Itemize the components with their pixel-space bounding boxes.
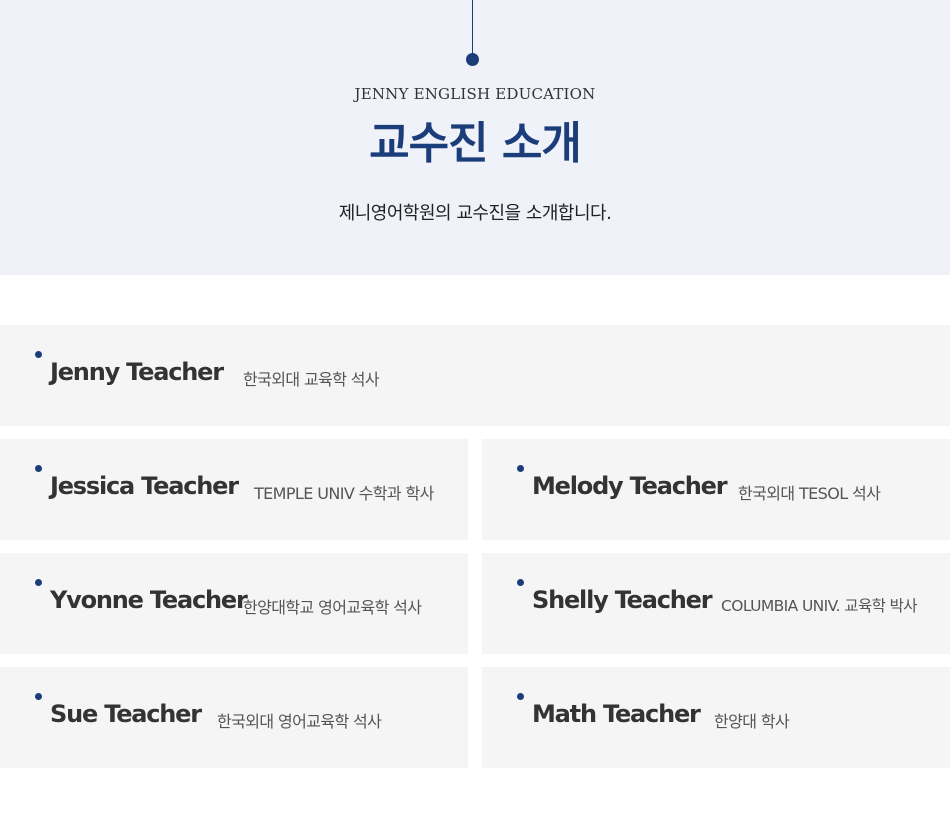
teacher-degree: 한국외대 교육학 석사: [243, 370, 380, 389]
bullet-dot: [35, 693, 42, 700]
teacher-name: Sue Teacher: [50, 700, 202, 728]
teacher-degree: TEMPLE UNIV 수학과 학사: [254, 484, 434, 503]
bullet-dot: [35, 351, 42, 358]
teacher-name: Shelly Teacher: [532, 586, 713, 614]
teacher-degree: 한양대 학사: [714, 712, 790, 731]
page-subtitle: 제니영어학원의 교수진을 소개합니다.: [338, 203, 612, 224]
bullet-dot: [35, 579, 42, 586]
teacher-card: Jessica Teacher TEMPLE UNIV 수학과 학사: [0, 439, 468, 540]
hero-dot: [466, 53, 479, 66]
bullet-dot: [517, 579, 524, 586]
bullet-dot: [517, 693, 524, 700]
teacher-name: Melody Teacher: [532, 472, 728, 500]
teacher-card: Sue Teacher 한국외대 영어교육학 석사: [0, 667, 468, 768]
teacher-degree: 한국외대 영어교육학 석사: [217, 712, 382, 731]
bullet-dot: [517, 465, 524, 472]
teacher-name: Jenny Teacher: [50, 358, 224, 386]
teacher-name: Math Teacher: [532, 700, 701, 728]
bullet-dot: [35, 465, 42, 472]
hero-eyebrow: JENNY ENGLISH EDUCATION: [354, 85, 596, 103]
teacher-card: Jenny Teacher 한국외대 교육학 석사: [0, 325, 950, 426]
teacher-card: Yvonne Teacher 한양대학교 영어교육학 석사: [0, 553, 468, 654]
teacher-degree: COLUMBIA UNIV. 교육학 박사: [721, 597, 918, 615]
teacher-degree: 한국외대 TESOL 석사: [738, 484, 881, 503]
hero-vertical-line: [472, 0, 473, 54]
teacher-card: Math Teacher 한양대 학사: [482, 667, 950, 768]
teacher-degree: 한양대학교 영어교육학 석사: [243, 598, 422, 617]
teacher-name: Yvonne Teacher: [50, 586, 248, 614]
teacher-card: Shelly Teacher COLUMBIA UNIV. 교육학 박사: [482, 553, 950, 654]
teacher-name: Jessica Teacher: [50, 472, 239, 500]
page-title: 교수진 소개: [369, 118, 582, 169]
teacher-card: Melody Teacher 한국외대 TESOL 석사: [482, 439, 950, 540]
hero-section: JENNY ENGLISH EDUCATION 교수진 소개 제니영어학원의 교…: [0, 0, 950, 275]
